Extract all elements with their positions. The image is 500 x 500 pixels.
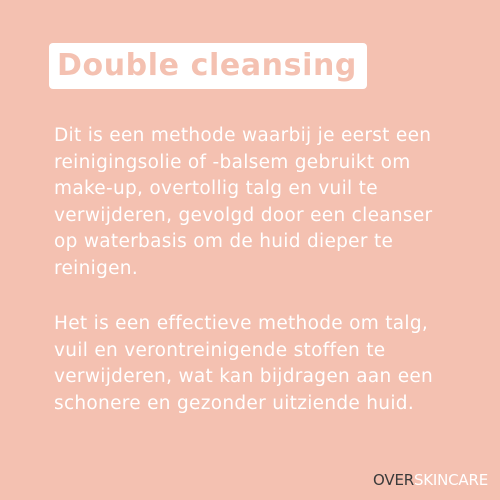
brand-logo: OVERSKINCARE [373,473,488,488]
title-badge: Double cleansing [49,43,368,89]
paragraph-benefits: Het is een effectieve methode om talg, v… [54,313,434,414]
brand-logo-part-over: OVER [373,471,414,489]
page-title: Double cleansing [57,48,358,83]
brand-logo-part-skincare: SKINCARE [413,471,488,489]
paragraph-definition: Dit is een methode waarbij je eerst een … [54,125,433,279]
